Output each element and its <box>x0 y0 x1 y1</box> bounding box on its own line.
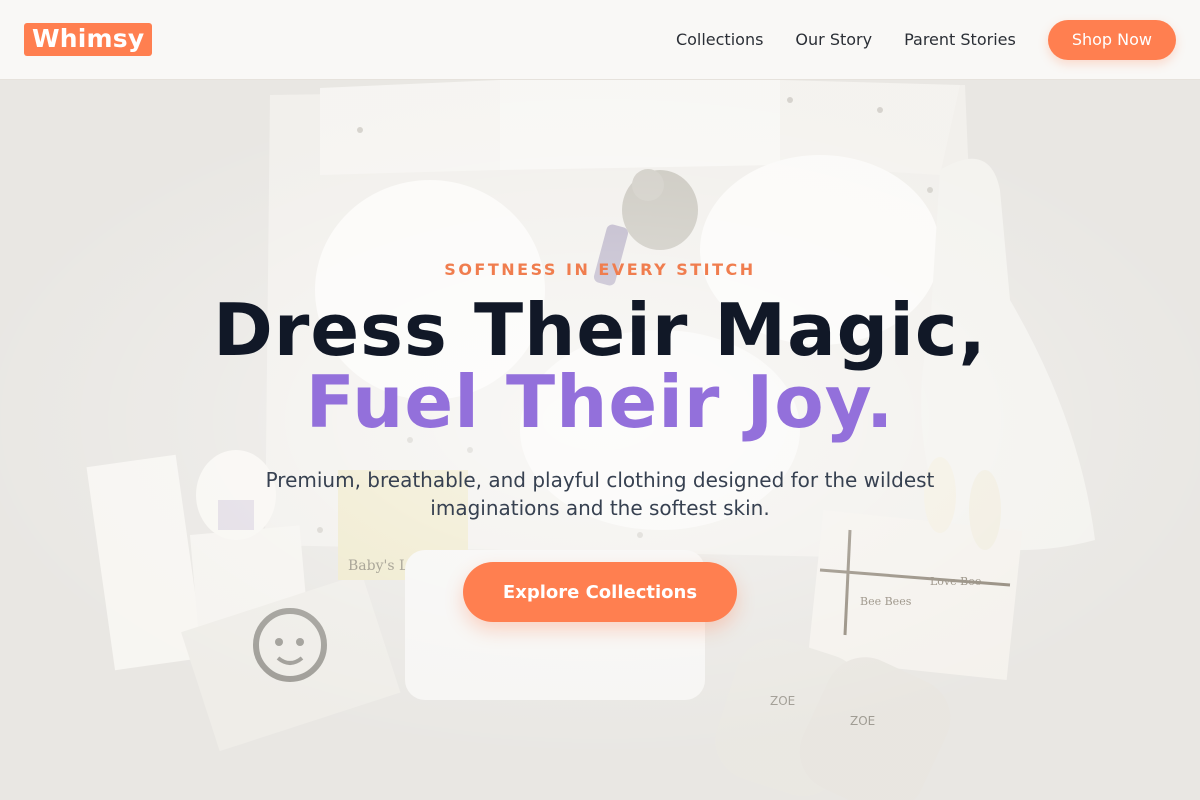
headline-line-2: Fuel Their Joy. <box>305 360 895 444</box>
shop-now-button[interactable]: Shop Now <box>1047 19 1176 60</box>
hero-section: SOFTNESS IN EVERY STITCH Dress Their Mag… <box>0 80 1200 800</box>
hero-subtitle: Premium, breathable, and playful clothin… <box>265 468 935 520</box>
nav-links: Collections Our Story Parent Stories Sho… <box>676 19 1176 60</box>
brand-logo[interactable]: Whimsy <box>24 23 153 56</box>
hero-eyebrow: SOFTNESS IN EVERY STITCH <box>444 260 756 279</box>
nav-link-our-story[interactable]: Our Story <box>795 30 872 49</box>
nav-link-parent-stories[interactable]: Parent Stories <box>904 30 1016 49</box>
explore-collections-button[interactable]: Explore Collections <box>463 562 737 622</box>
nav-link-collections[interactable]: Collections <box>676 30 763 49</box>
hero-headline: Dress Their Magic, Fuel Their Joy. <box>0 294 1200 438</box>
top-navigation-bar: Whimsy Collections Our Story Parent Stor… <box>0 0 1200 80</box>
